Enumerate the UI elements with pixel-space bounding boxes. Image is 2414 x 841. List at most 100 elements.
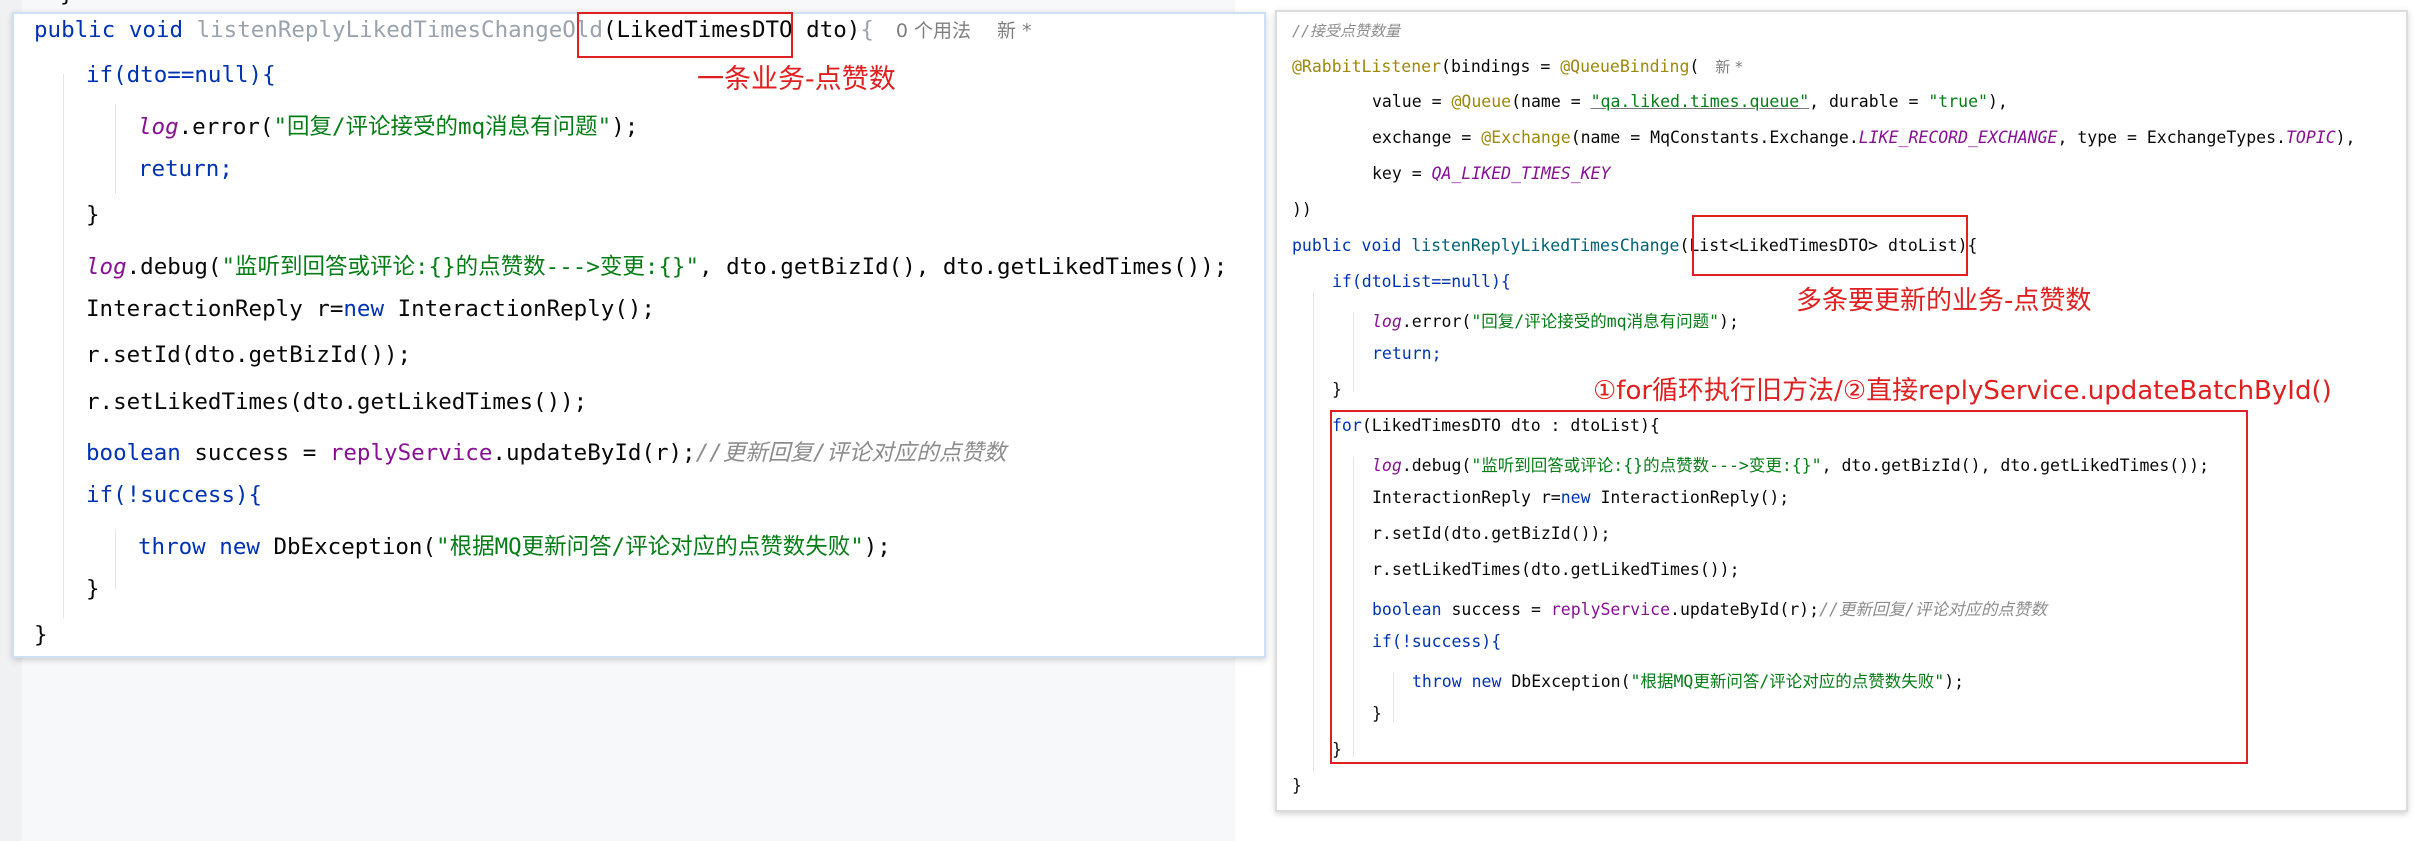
string-literal: "true" bbox=[1928, 92, 1988, 111]
usages-hint[interactable]: 0 个用法 bbox=[896, 20, 971, 42]
punctuation: ( bbox=[1689, 57, 1700, 76]
line-comment: //接受点赞数量 bbox=[1292, 22, 1401, 40]
code-line-log-debug: log.debug("监听到回答或评论:{}的点赞数--->变更:{}", dt… bbox=[86, 249, 1227, 281]
line-comment: //更新回复/评论对应的点赞数 bbox=[695, 440, 1007, 466]
statement: r.setId(dto.getBizId()); bbox=[86, 342, 412, 368]
string-literal: "监听到回答或评论:{}的点赞数--->变更:{}" bbox=[221, 254, 700, 280]
new-keyword: new bbox=[343, 296, 385, 322]
brace: } bbox=[86, 576, 100, 602]
code-line-set-id: r.setId(dto.getBizId()); bbox=[86, 342, 411, 368]
declaration: InteractionReply r= bbox=[86, 296, 344, 322]
return-keyword: return; bbox=[138, 156, 233, 182]
annotation-single-business: 一条业务-点赞数 bbox=[697, 64, 896, 95]
annotation-queue: @Queue bbox=[1451, 92, 1512, 111]
code-line-log-error: log.error("回复/评论接受的mq消息有问题"); bbox=[1372, 308, 1739, 332]
previous-closing-brace: } bbox=[60, 0, 73, 7]
attribute: key = bbox=[1372, 164, 1432, 183]
keyword: public void bbox=[1292, 236, 1412, 255]
author-hint[interactable]: 新 * bbox=[1715, 58, 1742, 76]
code-line-method-end: } bbox=[34, 622, 48, 648]
punctuation: ), bbox=[2335, 128, 2356, 147]
punctuation: ); bbox=[1719, 312, 1739, 331]
method-signature-line: public void listenReplyLikedTimesChangeO… bbox=[34, 16, 1032, 43]
code-line-value: value = @Queue(name = "qa.liked.times.qu… bbox=[1372, 92, 2008, 111]
annotation-batch-methods: ①for循环执行旧方法/②直接replyService.updateBatchB… bbox=[1593, 376, 2332, 406]
highlight-box-for-loop bbox=[1330, 410, 2248, 764]
code-line-set-liked: r.setLikedTimes(dto.getLikedTimes()); bbox=[86, 389, 587, 415]
attribute: (name = MqConstants.Exchange. bbox=[1570, 128, 1859, 147]
code-line-return: return; bbox=[138, 156, 233, 182]
annotation-queue-binding: @QueueBinding bbox=[1560, 57, 1690, 76]
statement: r.setLikedTimes(dto.getLikedTimes()); bbox=[86, 389, 588, 415]
code-line-close-brace: } bbox=[86, 576, 100, 602]
highlight-box-single-param bbox=[577, 12, 793, 58]
brace: { bbox=[860, 17, 874, 43]
annotation-rabbit-listener: @RabbitListener bbox=[1292, 57, 1442, 76]
code-line-comment-top: //接受点赞数量 bbox=[1292, 20, 1400, 41]
log-field: log bbox=[1372, 312, 1402, 331]
author-hint[interactable]: 新 * bbox=[997, 20, 1032, 42]
variable: success = bbox=[180, 440, 330, 466]
code-line-throw: throw new DbException("根据MQ更新问答/评论对应的点赞数… bbox=[138, 529, 891, 561]
string-literal: "回复/评论接受的mq消息有问题" bbox=[1471, 312, 1720, 331]
brace: } bbox=[34, 622, 48, 648]
code-line-new-reply: InteractionReply r=new InteractionReply(… bbox=[86, 296, 655, 322]
constructor-call: InteractionReply(); bbox=[384, 296, 655, 322]
brace: { bbox=[1967, 236, 1978, 255]
string-literal: "根据MQ更新问答/评论对应的点赞数失败" bbox=[436, 534, 864, 560]
queue-name-string: "qa.liked.times.queue" bbox=[1590, 92, 1810, 111]
code-line-if-success: if(!success){ bbox=[86, 482, 262, 508]
boolean-keyword: boolean bbox=[86, 440, 181, 466]
code-line-method-end: } bbox=[1292, 776, 1302, 795]
code-line-log-error: log.error("回复/评论接受的mq消息有问题"); bbox=[138, 109, 638, 141]
if-statement: if(!success){ bbox=[86, 482, 263, 508]
string-literal: "回复/评论接受的mq消息有问题" bbox=[273, 114, 612, 140]
exception-class: DbException( bbox=[259, 534, 437, 560]
method-call: .updateById(r); bbox=[492, 440, 696, 466]
code-line-exchange: exchange = @Exchange(name = MqConstants.… bbox=[1372, 128, 2356, 147]
brace: } bbox=[1292, 776, 1302, 795]
code-line-close-annotation: )) bbox=[1292, 200, 1312, 219]
old-method-code-panel: public void listenReplyLikedTimesChangeO… bbox=[12, 12, 1266, 658]
code-line-if-null: if(dtoList==null){ bbox=[1332, 272, 1511, 291]
method-name-unused[interactable]: listenReplyLikedTimesChangeOld bbox=[197, 17, 603, 43]
constant: QA_LIKED_TIMES_KEY bbox=[1431, 164, 1611, 183]
log-field: log bbox=[86, 254, 127, 280]
method-call: .error( bbox=[178, 114, 274, 140]
method-args: , dto.getBizId(), dto.getLikedTimes()); bbox=[699, 254, 1228, 280]
code-line-key: key = QA_LIKED_TIMES_KEY bbox=[1372, 164, 1610, 183]
constant: TOPIC bbox=[2285, 128, 2336, 147]
code-line-if-null: if(dto==null){ bbox=[86, 62, 276, 88]
if-statement: if(dto==null){ bbox=[86, 62, 276, 88]
attribute: (name = bbox=[1511, 92, 1591, 111]
method-name[interactable]: listenReplyLikedTimesChange bbox=[1411, 236, 1679, 255]
indent-guide bbox=[63, 74, 64, 619]
brace: } bbox=[1332, 380, 1342, 399]
keyword: public void bbox=[34, 17, 197, 43]
return-keyword: return; bbox=[1372, 344, 1442, 363]
punctuation: ); bbox=[863, 534, 891, 560]
annotation-multi-business: 多条要更新的业务-点赞数 bbox=[1796, 286, 2092, 316]
annotation-exchange: @Exchange bbox=[1481, 128, 1571, 147]
code-line-update: boolean success = replyService.updateByI… bbox=[86, 435, 1006, 467]
indent-guide bbox=[1313, 292, 1314, 772]
service-field: replyService bbox=[329, 440, 493, 466]
attribute: exchange = bbox=[1372, 128, 1482, 147]
code-line-return: return; bbox=[1372, 344, 1442, 363]
throw-keyword: throw new bbox=[138, 534, 260, 560]
highlight-box-list-param bbox=[1692, 215, 1968, 276]
attribute: value = bbox=[1372, 92, 1452, 111]
punctuation: )) bbox=[1292, 200, 1312, 219]
punctuation: ), bbox=[1987, 92, 2008, 111]
code-line-rabbit-listener: @RabbitListener(bindings = @QueueBinding… bbox=[1292, 56, 1743, 77]
indent-guide bbox=[115, 104, 116, 194]
attribute: , durable = bbox=[1809, 92, 1929, 111]
log-field: log bbox=[138, 114, 179, 140]
punctuation: ); bbox=[611, 114, 639, 140]
method-call: .debug( bbox=[126, 254, 222, 280]
attribute: , type = ExchangeTypes. bbox=[2057, 128, 2286, 147]
constant: LIKE_RECORD_EXCHANGE bbox=[1858, 128, 2058, 147]
code-line-close-brace: } bbox=[86, 202, 100, 228]
indent-guide bbox=[1353, 312, 1354, 392]
if-statement: if(dtoList==null){ bbox=[1332, 272, 1511, 291]
